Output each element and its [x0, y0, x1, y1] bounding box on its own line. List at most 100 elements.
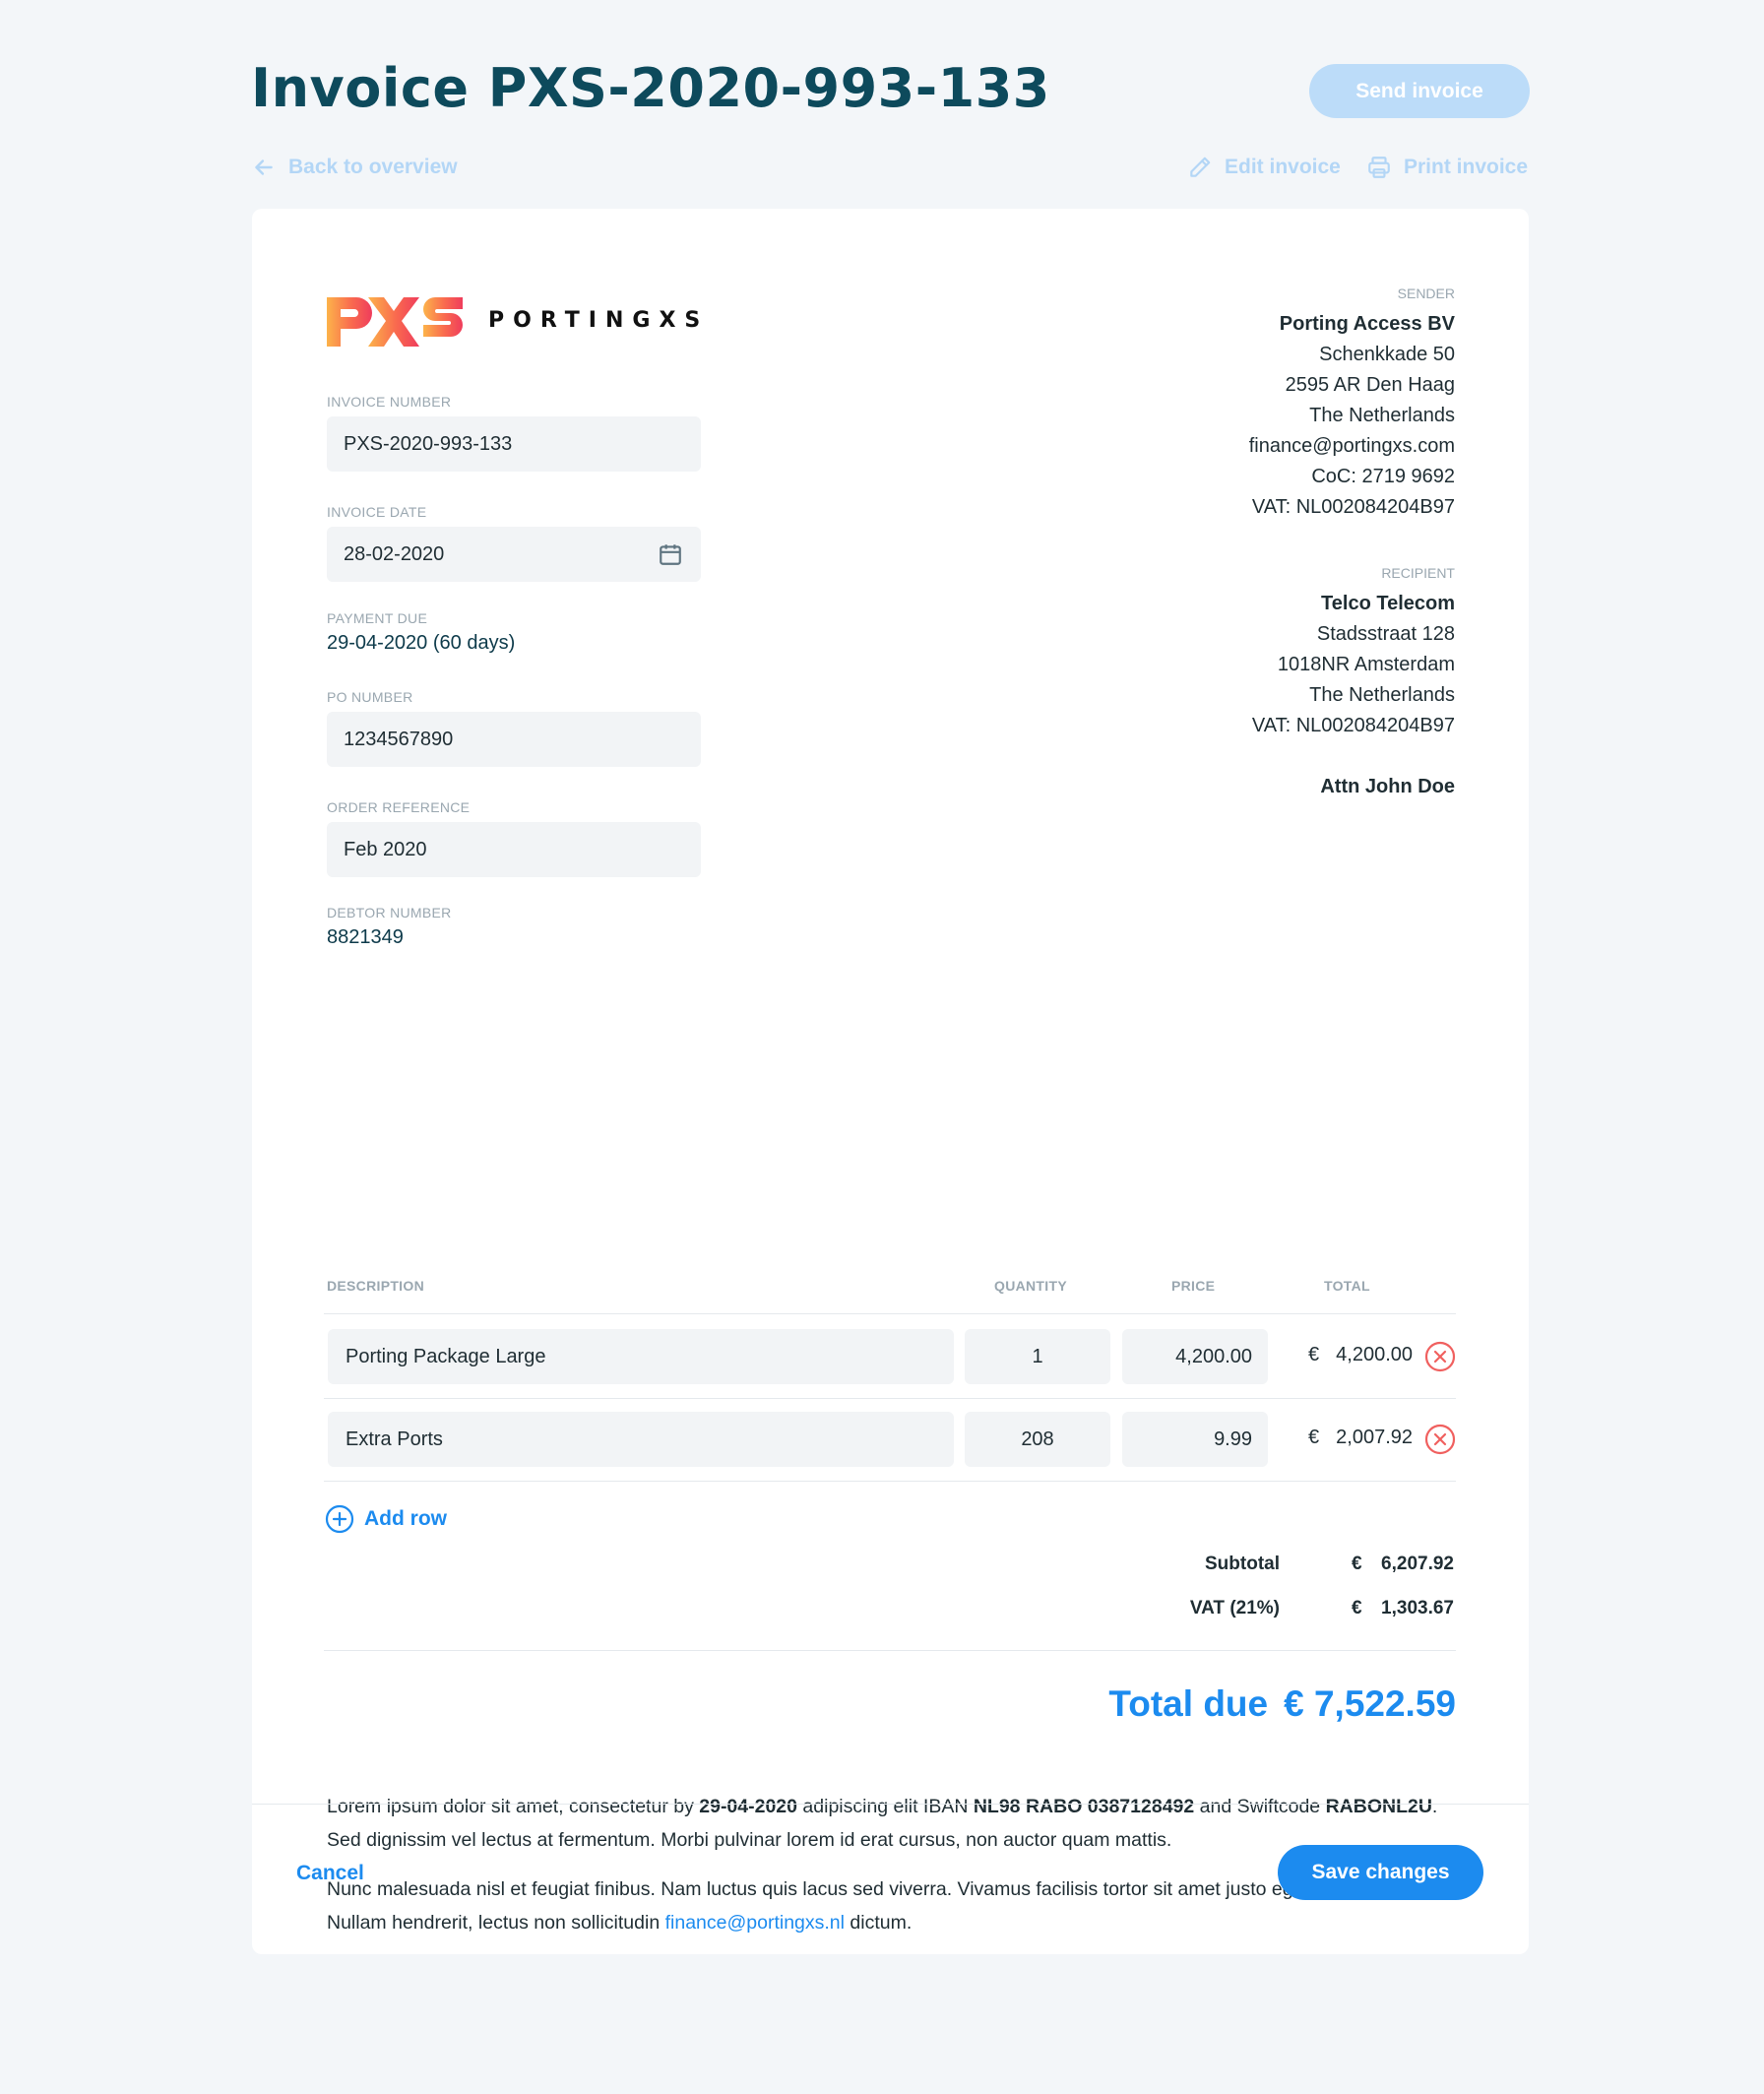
description-input[interactable]: Extra Ports — [328, 1412, 954, 1467]
column-header-total: TOTAL — [1324, 1278, 1370, 1294]
vat-amount: € 1,303.67 — [1352, 1598, 1454, 1619]
order-reference-value: Feb 2020 — [344, 838, 427, 860]
cancel-button[interactable]: Cancel — [296, 1862, 364, 1885]
po-number-label: PO NUMBER — [327, 689, 413, 705]
save-changes-button[interactable]: Save changes — [1278, 1845, 1483, 1900]
invoice-date-field[interactable]: 28-02-2020 — [327, 527, 701, 582]
subtotal-value: 6,207.92 — [1381, 1554, 1454, 1574]
recipient-label: RECIPIENT — [1381, 565, 1455, 581]
row-divider — [324, 1481, 1456, 1482]
row-total: € 2,007.92 — [1308, 1427, 1413, 1449]
sender-email: finance@portingxs.com — [1248, 435, 1455, 457]
total-due-value: € 7,522.59 — [1284, 1683, 1456, 1724]
po-number-value: 1234567890 — [344, 728, 454, 750]
invoice-number-label: INVOICE NUMBER — [327, 394, 452, 410]
notes-text: and Swiftcode — [1194, 1796, 1326, 1817]
sender-country: The Netherlands — [1309, 405, 1455, 426]
back-to-overview-link[interactable]: Back to overview — [251, 155, 458, 180]
column-header-description: DESCRIPTION — [327, 1278, 424, 1294]
description-value: Extra Ports — [346, 1428, 443, 1450]
notes-text: dictum. — [845, 1912, 913, 1934]
subtotal-label: Subtotal — [1205, 1554, 1280, 1574]
arrow-left-icon — [255, 159, 273, 175]
description-value: Porting Package Large — [346, 1345, 546, 1367]
remove-row-icon[interactable] — [1424, 1424, 1456, 1455]
company-wordmark: PORTINGXS — [488, 307, 710, 333]
invoice-number-field[interactable]: PXS-2020-993-133 — [327, 416, 701, 472]
notes-due-date: 29-04-2020 — [699, 1796, 797, 1817]
back-to-overview-label: Back to overview — [288, 156, 458, 178]
price-value: 9.99 — [1214, 1428, 1252, 1450]
pencil-icon — [1190, 157, 1211, 177]
row-total: € 4,200.00 — [1308, 1344, 1413, 1366]
add-row-label: Add row — [364, 1507, 447, 1530]
sender-label: SENDER — [1397, 286, 1455, 301]
row-divider — [324, 1398, 1456, 1399]
price-input[interactable]: 4,200.00 — [1122, 1329, 1268, 1384]
po-number-field[interactable]: 1234567890 — [327, 712, 701, 767]
sender-city: 2595 AR Den Haag — [1285, 374, 1455, 396]
notes-text: adipiscing elit IBAN — [797, 1796, 974, 1817]
recipient-address: RECIPIENT Telco Telecom Stadsstraat 128 … — [1252, 563, 1455, 802]
print-invoice-label: Print invoice — [1404, 156, 1529, 178]
currency-symbol: € — [1308, 1427, 1320, 1448]
quantity-value: 1 — [1032, 1345, 1043, 1367]
debtor-number-value: 8821349 — [327, 926, 404, 948]
finance-email-link[interactable]: finance@portingxs.nl — [665, 1912, 845, 1934]
payment-due-label: PAYMENT DUE — [327, 610, 428, 626]
pxs-logo-icon — [327, 297, 463, 347]
summary-divider — [324, 1650, 1456, 1651]
recipient-attn: Attn John Doe — [1320, 776, 1455, 797]
row-total-value: 4,200.00 — [1336, 1344, 1413, 1365]
total-due-label: Total due — [1108, 1683, 1269, 1724]
invoice-date-value: 28-02-2020 — [344, 542, 445, 565]
recipient-country: The Netherlands — [1309, 684, 1455, 706]
remove-row-icon[interactable] — [1424, 1341, 1456, 1372]
invoice-date-label: INVOICE DATE — [327, 504, 427, 520]
price-value: 4,200.00 — [1175, 1345, 1252, 1367]
edit-invoice-label: Edit invoice — [1225, 156, 1341, 178]
debtor-number-label: DEBTOR NUMBER — [327, 905, 452, 920]
footer-divider — [252, 1804, 1529, 1805]
sender-vat: VAT: NL002084204B97 — [1251, 496, 1455, 518]
edit-invoice-link[interactable]: Edit invoice — [1187, 155, 1341, 180]
sender-name: Porting Access BV — [1279, 313, 1455, 335]
description-input[interactable]: Porting Package Large — [328, 1329, 954, 1384]
notes-swiftcode: RABONL2U — [1325, 1796, 1432, 1817]
payment-due-value: 29-04-2020 (60 days) — [327, 632, 516, 654]
print-invoice-link[interactable]: Print invoice — [1366, 155, 1528, 180]
vat-value: 1,303.67 — [1381, 1598, 1454, 1618]
calendar-icon[interactable] — [658, 541, 683, 567]
sender-address: SENDER Porting Access BV Schenkkade 50 2… — [1249, 284, 1455, 523]
plus-circle-icon — [325, 1504, 354, 1534]
notes-iban: NL98 RABO 0387128492 — [973, 1796, 1195, 1817]
recipient-city: 1018NR Amsterdam — [1277, 654, 1455, 675]
row-total-value: 2,007.92 — [1336, 1427, 1413, 1448]
recipient-street: Stadsstraat 128 — [1316, 623, 1455, 645]
quantity-input[interactable]: 208 — [965, 1412, 1110, 1467]
recipient-name: Telco Telecom — [1321, 593, 1455, 614]
order-reference-label: ORDER REFERENCE — [327, 799, 471, 815]
currency-symbol: € — [1352, 1554, 1362, 1574]
page-title: Invoice PXS-2020-993-133 — [251, 57, 1050, 119]
subtotal-amount: € 6,207.92 — [1352, 1554, 1454, 1575]
currency-symbol: € — [1308, 1344, 1320, 1365]
currency-symbol: € — [1352, 1598, 1362, 1618]
table-header-divider — [324, 1313, 1456, 1314]
printer-icon — [1368, 157, 1390, 178]
column-header-quantity: QUANTITY — [994, 1278, 1067, 1294]
price-input[interactable]: 9.99 — [1122, 1412, 1268, 1467]
invoice-card: PORTINGXS INVOICE NUMBER PXS-2020-993-13… — [252, 209, 1529, 1954]
add-row-button[interactable]: Add row — [325, 1504, 447, 1534]
invoice-number-value: PXS-2020-993-133 — [344, 432, 513, 455]
total-due: Total due € 7,522.59 — [1108, 1683, 1456, 1725]
recipient-vat: VAT: NL002084204B97 — [1251, 715, 1455, 736]
send-invoice-button[interactable]: Send invoice — [1309, 64, 1530, 118]
vat-label: VAT (21%) — [1189, 1598, 1280, 1618]
sender-street: Schenkkade 50 — [1319, 344, 1455, 365]
order-reference-field[interactable]: Feb 2020 — [327, 822, 701, 877]
payment-terms-paragraph: Lorem ipsum dolor sit amet, consectetur … — [327, 1790, 1459, 1857]
sender-coc: CoC: 2719 9692 — [1311, 466, 1455, 487]
quantity-value: 208 — [1021, 1428, 1054, 1450]
quantity-input[interactable]: 1 — [965, 1329, 1110, 1384]
